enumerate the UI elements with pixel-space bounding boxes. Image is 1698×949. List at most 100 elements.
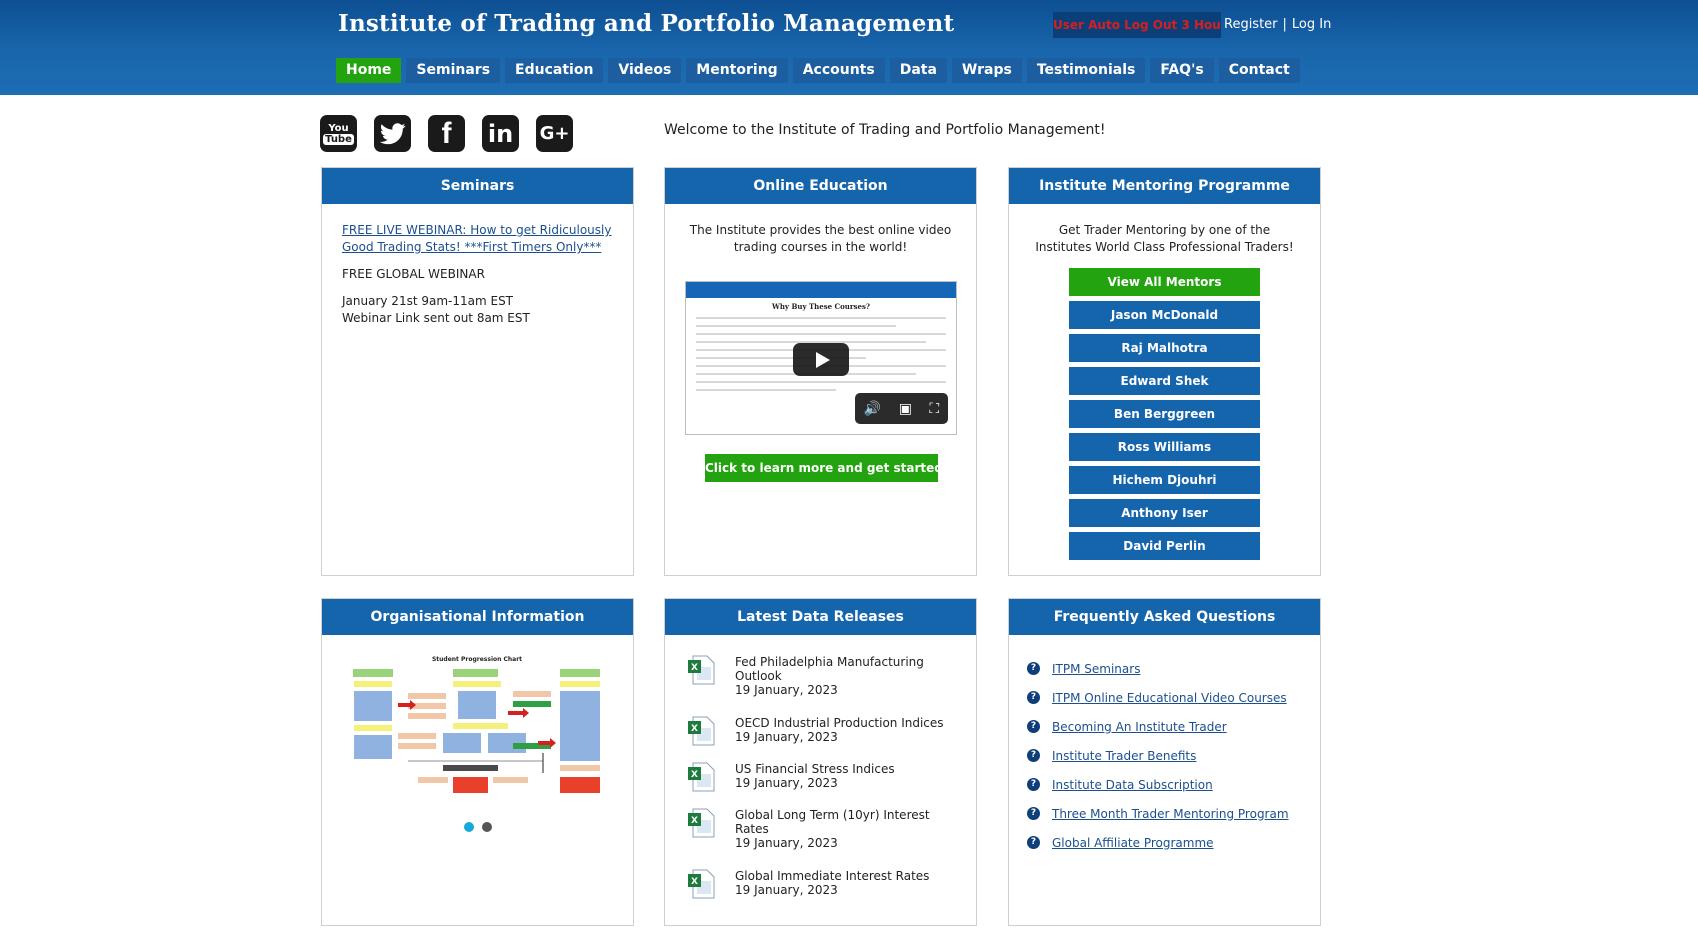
faq-item: ? Global Affiliate Programme: [1027, 828, 1307, 857]
webinar-date: January 21st 9am-11am EST: [342, 294, 514, 308]
mentor-button[interactable]: Ross Williams: [1069, 433, 1260, 461]
play-icon[interactable]: [793, 343, 849, 376]
video-controls: 🔊 ▣ ⛶: [855, 393, 948, 424]
data-release-name: Fed Philadelphia Manufacturing Outlook: [735, 655, 924, 683]
carousel-dot-2[interactable]: [482, 822, 492, 832]
mentor-button[interactable]: Ben Berggreen: [1069, 400, 1260, 428]
data-release-item[interactable]: X OECD Industrial Production Indices 19 …: [685, 716, 955, 762]
faq-link[interactable]: ITPM Seminars: [1052, 662, 1140, 676]
organisational-panel-title: Organisational Information: [322, 599, 633, 635]
welcome-message: Welcome to the Institute of Trading and …: [664, 122, 1106, 138]
student-progression-chart-image[interactable]: Student Progression Chart: [348, 653, 606, 801]
mentoring-panel-title: Institute Mentoring Programme: [1009, 168, 1320, 204]
site-title[interactable]: Institute of Trading and Portfolio Manag…: [338, 10, 954, 37]
nav-home[interactable]: Home: [336, 58, 402, 83]
faq-link[interactable]: Institute Data Subscription: [1052, 778, 1213, 792]
site-header: Institute of Trading and Portfolio Manag…: [0, 0, 1698, 95]
data-release-date: 19 January, 2023: [735, 883, 838, 897]
data-release-item[interactable]: X Global Immediate Interest Rates 19 Jan…: [685, 869, 955, 915]
webinar-subtitle: FREE GLOBAL WEBINAR: [342, 267, 485, 281]
volume-icon[interactable]: 🔊: [864, 401, 881, 417]
question-icon: ?: [1027, 836, 1040, 849]
nav-seminars[interactable]: Seminars: [406, 58, 501, 83]
faq-link[interactable]: Global Affiliate Programme: [1052, 836, 1214, 850]
mentor-button[interactable]: David Perlin: [1069, 532, 1260, 560]
nav-videos[interactable]: Videos: [608, 58, 682, 83]
education-video-player[interactable]: Why Buy These Courses? 🔊 ▣ ⛶: [685, 281, 957, 435]
webinar-link[interactable]: FREE LIVE WEBINAR: How to get Ridiculous…: [342, 223, 611, 254]
svg-text:X: X: [691, 770, 698, 780]
doc-line: [696, 381, 946, 383]
linkedin-glyph: in: [487, 119, 514, 148]
social-links: You Tube f in G+: [320, 115, 573, 152]
nav-wraps[interactable]: Wraps: [951, 58, 1022, 83]
excel-file-icon: X: [688, 655, 715, 685]
nav-data[interactable]: Data: [889, 58, 947, 83]
data-releases-panel: Latest Data Releases X Fed Philadelphia …: [664, 598, 977, 926]
carousel-dot-1[interactable]: [464, 822, 474, 832]
data-release-item[interactable]: X US Financial Stress Indices 19 January…: [685, 762, 955, 808]
nav-accounts[interactable]: Accounts: [792, 58, 885, 83]
question-icon: ?: [1027, 807, 1040, 820]
youtube-you: You: [328, 122, 349, 134]
main-nav: Home Seminars Education Videos Mentoring…: [336, 58, 1300, 83]
faq-item: ? ITPM Seminars: [1027, 654, 1307, 683]
mentor-button[interactable]: Raj Malhotra: [1069, 334, 1260, 362]
svg-text:X: X: [691, 877, 698, 887]
mentor-button[interactable]: Jason McDonald: [1069, 301, 1260, 329]
faq-link[interactable]: Three Month Trader Mentoring Program: [1052, 807, 1289, 821]
data-release-item[interactable]: X Fed Philadelphia Manufacturing Outlook…: [685, 655, 955, 716]
webinar-link-note: Webinar Link sent out 8am EST: [342, 311, 530, 325]
nav-mentoring[interactable]: Mentoring: [686, 58, 788, 83]
excel-file-icon: X: [688, 762, 715, 792]
nav-faqs[interactable]: FAQ's: [1150, 58, 1214, 83]
seminars-body: FREE LIVE WEBINAR: How to get Ridiculous…: [322, 204, 633, 327]
chart-image-title: Student Progression Chart: [432, 656, 522, 663]
faq-link[interactable]: Institute Trader Benefits: [1052, 749, 1196, 763]
data-release-name: US Financial Stress Indices: [735, 762, 895, 776]
doc-line: [696, 325, 896, 327]
question-icon: ?: [1027, 691, 1040, 704]
data-release-date: 19 January, 2023: [735, 776, 838, 790]
facebook-icon[interactable]: f: [428, 115, 465, 152]
picture-in-picture-icon[interactable]: ▣: [899, 401, 912, 417]
data-release-list: X Fed Philadelphia Manufacturing Outlook…: [685, 655, 955, 915]
data-release-name: OECD Industrial Production Indices: [735, 716, 944, 730]
nav-testimonials[interactable]: Testimonials: [1026, 58, 1146, 83]
question-icon: ?: [1027, 749, 1040, 762]
faq-panel: Frequently Asked Questions ? ITPM Seminar…: [1008, 598, 1321, 926]
education-panel-title: Online Education: [665, 168, 976, 204]
question-icon: ?: [1027, 720, 1040, 733]
login-link[interactable]: Log In: [1292, 17, 1331, 32]
question-icon: ?: [1027, 778, 1040, 791]
data-release-date: 19 January, 2023: [735, 683, 838, 697]
mentor-list: View All Mentors Jason McDonald Raj Malh…: [1069, 268, 1260, 565]
data-release-item[interactable]: X Global Long Term (10yr) Interest Rates…: [685, 808, 955, 869]
register-link[interactable]: Register: [1224, 17, 1278, 32]
google-plus-icon[interactable]: G+: [536, 115, 573, 152]
link-separator: |: [1282, 17, 1287, 32]
nav-education[interactable]: Education: [505, 58, 604, 83]
youtube-tube: Tube: [323, 133, 354, 145]
svg-text:X: X: [691, 724, 698, 734]
faq-link[interactable]: Becoming An Institute Trader: [1052, 720, 1227, 734]
doc-line: [696, 333, 946, 335]
svg-text:X: X: [691, 816, 698, 826]
nav-contact[interactable]: Contact: [1218, 58, 1300, 83]
view-all-mentors-button[interactable]: View All Mentors: [1069, 268, 1260, 296]
auto-logout-notice: User Auto Log Out 3 Hours: [1053, 12, 1221, 38]
mentor-button[interactable]: Anthony Iser: [1069, 499, 1260, 527]
mentor-button[interactable]: Hichem Djouhri: [1069, 466, 1260, 494]
youtube-icon[interactable]: You Tube: [320, 115, 357, 152]
excel-file-icon: X: [688, 808, 715, 838]
question-icon: ?: [1027, 662, 1040, 675]
linkedin-icon[interactable]: in: [482, 115, 519, 152]
fullscreen-icon[interactable]: ⛶: [929, 401, 939, 417]
facebook-glyph: f: [441, 116, 452, 150]
data-release-date: 19 January, 2023: [735, 730, 838, 744]
twitter-icon[interactable]: [374, 115, 411, 152]
faq-link[interactable]: ITPM Online Educational Video Courses: [1052, 691, 1287, 705]
mentor-button[interactable]: Edward Shek: [1069, 367, 1260, 395]
learn-more-button[interactable]: Click to learn more and get started: [705, 454, 943, 482]
faq-item: ? Institute Trader Benefits: [1027, 741, 1307, 770]
